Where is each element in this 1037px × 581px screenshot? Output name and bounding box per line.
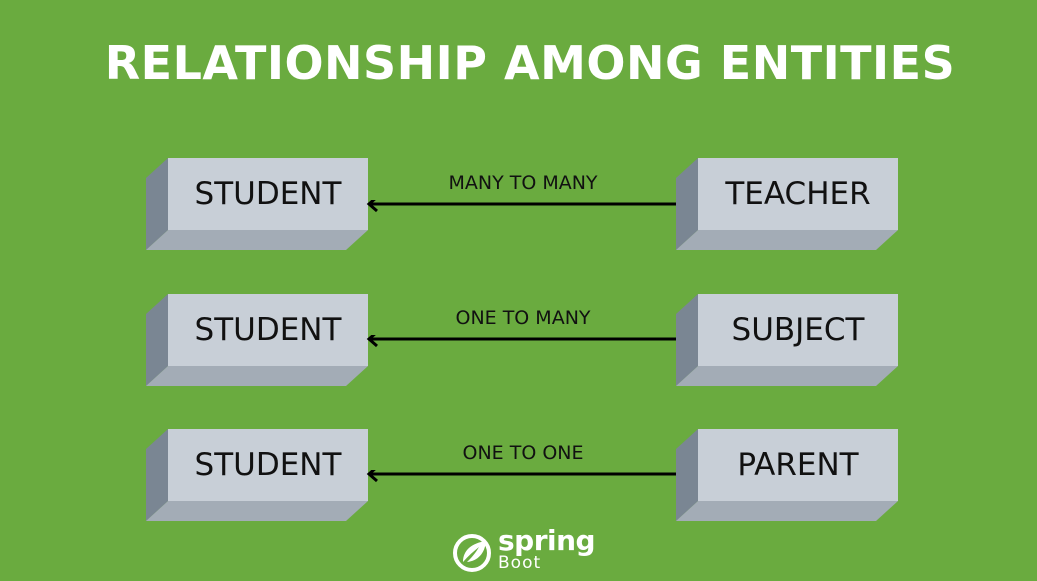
spring-boot-logo: spring Boot: [452, 524, 596, 578]
entity-box-left-3: STUDENT: [146, 429, 368, 521]
spring-leaf-icon: [453, 534, 491, 572]
entity-label: STUDENT: [194, 312, 342, 348]
entity-box-left-1: STUDENT: [146, 158, 368, 250]
relationship-connector-3: ONE TO ONE: [366, 440, 692, 500]
entity-box-right-2: SUBJECT: [676, 294, 898, 386]
entity-label: PARENT: [737, 447, 859, 483]
relationship-connector-1: MANY TO MANY: [366, 170, 692, 230]
entity-box-left-2: STUDENT: [146, 294, 368, 386]
entity-label: SUBJECT: [731, 312, 865, 348]
double-arrow-icon: [366, 200, 692, 213]
double-arrow-icon: [366, 470, 692, 483]
relationship-connector-2: ONE TO MANY: [366, 305, 692, 365]
relationship-label: ONE TO MANY: [455, 307, 591, 329]
logo-subtitle: Boot: [498, 553, 542, 573]
double-arrow-icon: [366, 335, 692, 348]
relationship-label: MANY TO MANY: [448, 172, 598, 194]
entity-box-right-1: TEACHER: [676, 158, 898, 250]
relationship-label: ONE TO ONE: [462, 442, 584, 464]
entity-label: STUDENT: [194, 176, 342, 212]
entity-label: STUDENT: [194, 447, 342, 483]
page-title: RELATIONSHIP AMONG ENTITIES: [104, 36, 956, 90]
entity-box-right-3: PARENT: [676, 429, 898, 521]
entity-label: TEACHER: [725, 176, 871, 212]
